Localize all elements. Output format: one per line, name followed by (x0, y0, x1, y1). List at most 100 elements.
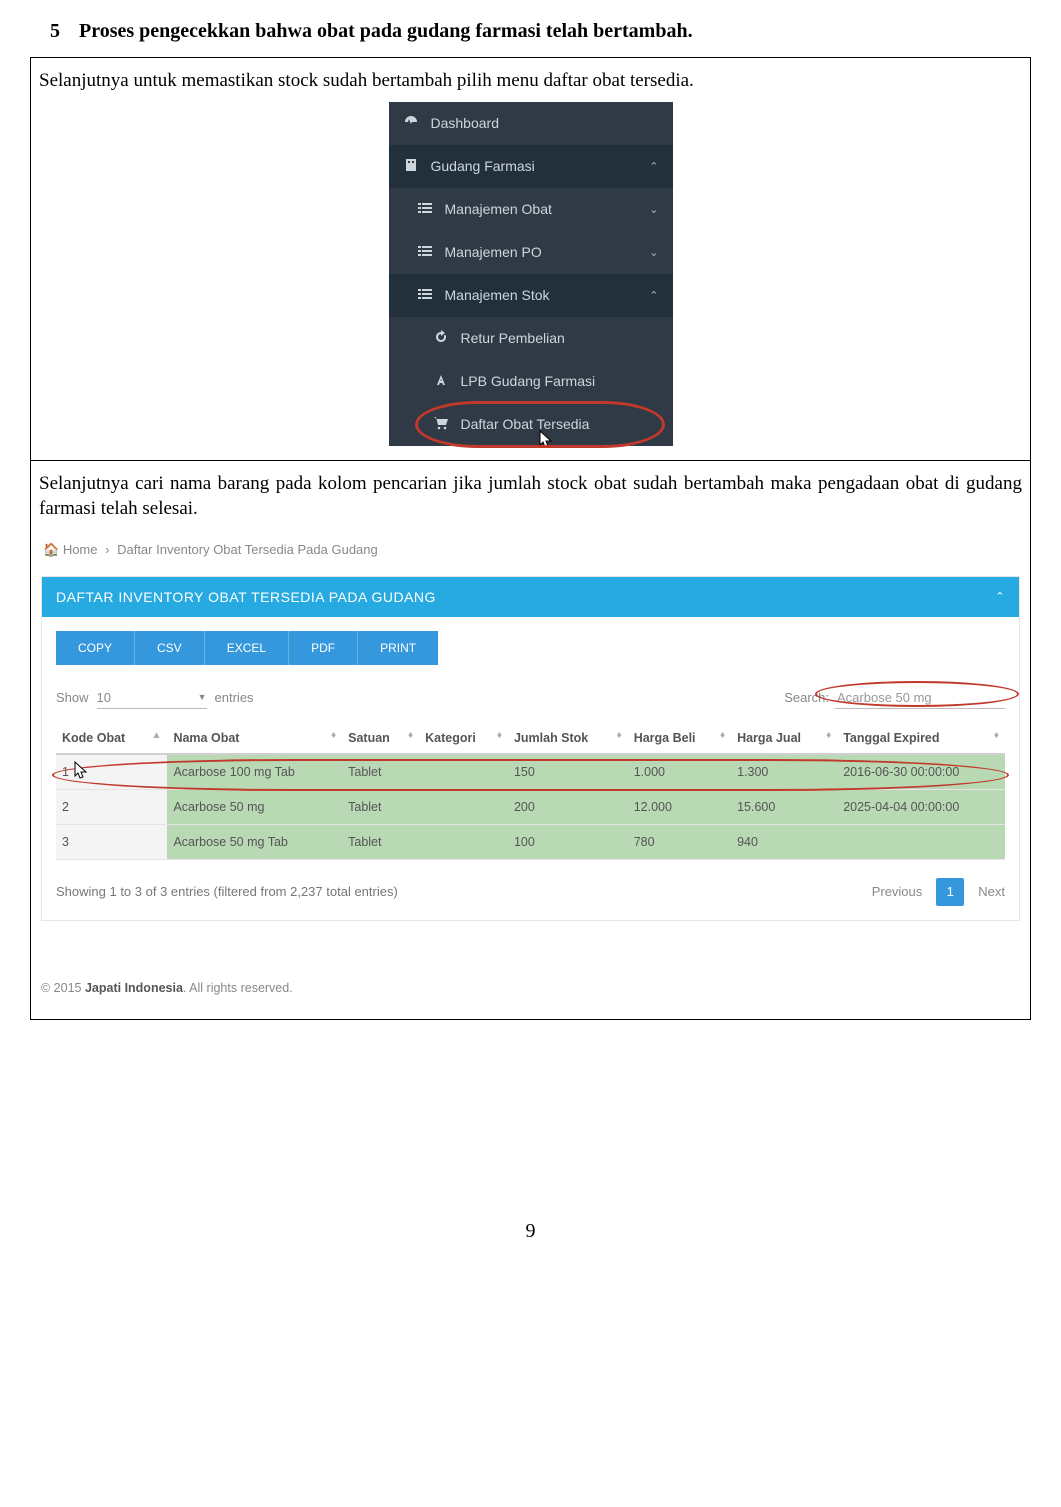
sort-icon: ▲ (152, 731, 162, 741)
cell-kategori (419, 754, 508, 790)
sidebar-label: Retur Pembelian (461, 330, 565, 346)
instruction-2: Selanjutnya cari nama barang pada kolom … (39, 471, 1022, 522)
footer-copyright: © 2015 Japati Indonesia. All rights rese… (41, 981, 1020, 995)
cell-nama: Acarbose 100 mg Tab (167, 754, 342, 790)
entries-select[interactable]: 10 ▼ (97, 687, 207, 709)
list-icon (417, 286, 433, 305)
sort-icon: ♦ (408, 731, 413, 741)
pdf-button[interactable]: PDF (289, 631, 358, 665)
heading-text: Proses pengecekkan bahwa obat pada gudan… (79, 20, 693, 42)
show-label: Show (56, 690, 89, 705)
col-nama[interactable]: Nama Obat♦ (167, 723, 342, 754)
section-heading: 5 Proses pengecekkan bahwa obat pada gud… (30, 20, 1031, 43)
sidebar-screenshot: Dashboard Gudang Farmasi ⌃ Manajemen Oba… (389, 102, 673, 446)
csv-button[interactable]: CSV (135, 631, 205, 665)
pager-next[interactable]: Next (978, 884, 1005, 899)
inventory-panel: DAFTAR INVENTORY OBAT TERSEDIA PADA GUDA… (41, 576, 1020, 921)
cell-satuan: Tablet (342, 754, 419, 790)
crumb-home[interactable]: Home (63, 542, 98, 557)
cell-satuan: Tablet (342, 824, 419, 859)
list-icon (417, 200, 433, 219)
col-label: Harga Beli (634, 731, 696, 745)
search-wrap: Search: (784, 687, 1005, 709)
sidebar-item-lpb[interactable]: LPB Gudang Farmasi (389, 360, 673, 403)
table-row[interactable]: 1 Acarbose 100 mg Tab Tablet 150 1.000 1… (56, 754, 1005, 790)
sidebar-item-manajemen-po[interactable]: Manajemen PO ⌄ (389, 231, 673, 274)
col-label: Harga Jual (737, 731, 801, 745)
col-hbeli[interactable]: Harga Beli ♦ (628, 723, 731, 754)
table-wrap: Kode Obat▲ Nama Obat♦ Satuan♦ Kategori♦ … (56, 723, 1005, 860)
table-controls: Show 10 ▼ entries Search: (56, 687, 1005, 709)
chevron-down-icon: ⌄ (649, 246, 658, 259)
col-kategori[interactable]: Kategori♦ (419, 723, 508, 754)
cell-hbeli: 12.000 (628, 789, 731, 824)
entries-label: entries (215, 690, 254, 705)
search-input[interactable] (835, 687, 1005, 709)
pager-current[interactable]: 1 (936, 878, 964, 906)
cell-exp: 2016-06-30 00:00:00 (837, 754, 1005, 790)
sort-icon: ♦ (720, 731, 725, 741)
cell-exp: 2025-04-04 00:00:00 (837, 789, 1005, 824)
table-info: Showing 1 to 3 of 3 entries (filtered fr… (56, 884, 398, 899)
cell-hbeli: 1.000 (628, 754, 731, 790)
cell-nama: Acarbose 50 mg (167, 789, 342, 824)
col-hjual[interactable]: Harga Jual♦ (731, 723, 837, 754)
table-row[interactable]: 2 Acarbose 50 mg Tablet 200 12.000 15.60… (56, 789, 1005, 824)
inventory-screenshot: 🏠 Home › Daftar Inventory Obat Tersedia … (39, 532, 1022, 1009)
chevron-up-icon[interactable]: ⌃ (995, 590, 1005, 603)
sidebar-label: Manajemen Obat (445, 201, 552, 217)
panel-title: DAFTAR INVENTORY OBAT TERSEDIA PADA GUDA… (56, 589, 436, 605)
crumb-sep: › (105, 542, 109, 557)
cell-hbeli: 780 (628, 824, 731, 859)
cell-exp (837, 824, 1005, 859)
sidebar-label: Manajemen PO (445, 244, 542, 260)
page-number: 9 (30, 1220, 1031, 1243)
sidebar-label: LPB Gudang Farmasi (461, 373, 596, 389)
col-label: Kategori (425, 731, 476, 745)
dropdown-icon: ▼ (198, 692, 207, 702)
table-row[interactable]: 3 Acarbose 50 mg Tab Tablet 100 780 940 (56, 824, 1005, 859)
copy-button[interactable]: COPY (56, 631, 135, 665)
sidebar-item-retur-pembelian[interactable]: Retur Pembelian (389, 317, 673, 360)
list-icon (417, 243, 433, 262)
col-satuan[interactable]: Satuan ♦ (342, 723, 419, 754)
refresh-icon (433, 329, 449, 348)
cursor-icon (539, 430, 553, 448)
col-label: Jumlah Stok (514, 731, 588, 745)
sidebar-item-dashboard[interactable]: Dashboard (389, 102, 673, 145)
cell-1: Selanjutnya untuk memastikan stock sudah… (31, 58, 1030, 461)
content-box: Selanjutnya untuk memastikan stock sudah… (30, 57, 1031, 1020)
excel-button[interactable]: EXCEL (205, 631, 289, 665)
sidebar-item-gudang-farmasi[interactable]: Gudang Farmasi ⌃ (389, 145, 673, 188)
show-entries: Show 10 ▼ entries (56, 687, 254, 709)
col-kode[interactable]: Kode Obat▲ (56, 723, 167, 754)
building-icon (403, 157, 419, 176)
col-exp[interactable]: Tanggal Expired ♦ (837, 723, 1005, 754)
table-header-row: Kode Obat▲ Nama Obat♦ Satuan♦ Kategori♦ … (56, 723, 1005, 754)
chevron-down-icon: ⌄ (649, 203, 658, 216)
sidebar-label: Daftar Obat Tersedia (461, 416, 590, 432)
pagination: Previous 1 Next (872, 878, 1005, 906)
col-label: Satuan (348, 731, 390, 745)
sort-icon: ♦ (994, 731, 999, 741)
dashboard-icon (403, 114, 419, 133)
cell-satuan: Tablet (342, 789, 419, 824)
pager-previous[interactable]: Previous (872, 884, 923, 899)
table-footer: Showing 1 to 3 of 3 entries (filtered fr… (56, 878, 1005, 906)
cell-hjual: 15.600 (731, 789, 837, 824)
print-button[interactable]: PRINT (358, 631, 438, 665)
cell-nama: Acarbose 50 mg Tab (167, 824, 342, 859)
sidebar-item-daftar-obat-tersedia[interactable]: Daftar Obat Tersedia (389, 403, 673, 446)
col-label: Tanggal Expired (843, 731, 939, 745)
cell-kode: 2 (56, 789, 167, 824)
chevron-up-icon: ⌃ (649, 289, 658, 302)
col-jumlah[interactable]: Jumlah Stok♦ (508, 723, 628, 754)
sidebar-item-manajemen-stok[interactable]: Manajemen Stok ⌃ (389, 274, 673, 317)
cursor-icon (74, 761, 88, 779)
entries-value: 10 (97, 690, 111, 705)
sidebar-item-manajemen-obat[interactable]: Manajemen Obat ⌄ (389, 188, 673, 231)
cell-kategori (419, 824, 508, 859)
cell-kode: 3 (56, 824, 167, 859)
crumb-current: Daftar Inventory Obat Tersedia Pada Guda… (117, 542, 378, 557)
heading-number: 5 (50, 20, 74, 43)
